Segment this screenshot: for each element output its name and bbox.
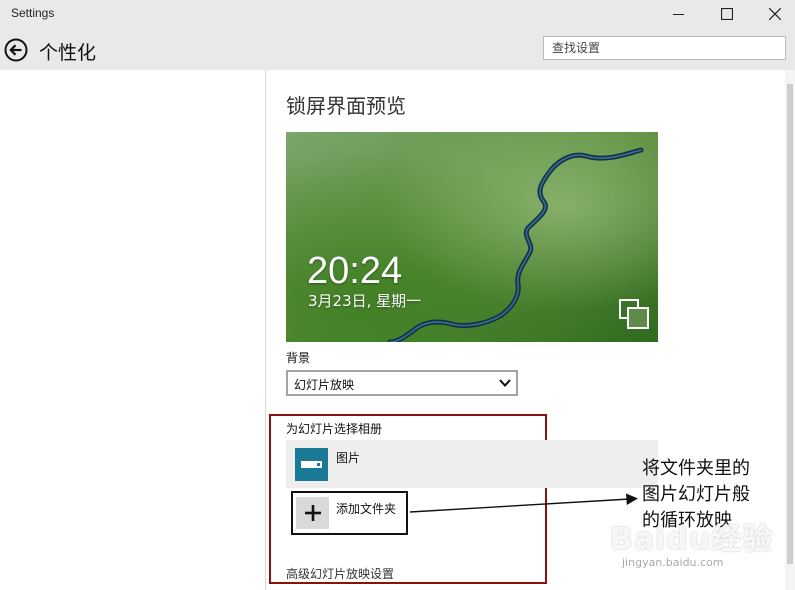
album-section-label: 为幻灯片选择相册 <box>286 422 383 436</box>
minimize-icon <box>673 13 684 15</box>
annotation-line: 将文件夹里的 <box>642 458 750 479</box>
lockscreen-preview: 20:24 3月23日, 星期一 <box>286 132 658 342</box>
scrollbar[interactable] <box>785 70 795 590</box>
section-title: 锁屏界面预览 <box>286 94 406 118</box>
picture-folder-icon <box>295 448 328 481</box>
scrollbar-thumb[interactable] <box>787 84 793 564</box>
maximize-icon <box>721 7 733 20</box>
background-label: 背景 <box>286 351 311 365</box>
close-button[interactable] <box>752 0 795 27</box>
slideshow-icon <box>619 299 649 329</box>
plus-icon <box>296 497 329 529</box>
chevron-down-icon <box>499 379 511 387</box>
pane-divider <box>265 70 266 590</box>
lockscreen-time: 20:24 <box>307 250 403 292</box>
add-folder-button[interactable]: 添加文件夹 <box>291 491 408 535</box>
window-title: Settings <box>11 6 55 20</box>
album-name: 图片 <box>336 451 361 465</box>
search-box[interactable] <box>543 36 786 60</box>
back-arrow-icon <box>4 38 28 62</box>
watermark: Baidu经验 <box>610 522 774 557</box>
back-button[interactable] <box>4 38 28 62</box>
close-icon <box>769 7 781 20</box>
album-item-pictures[interactable]: 图片 <box>286 440 658 488</box>
background-select-value: 幻灯片放映 <box>294 378 355 392</box>
search-input[interactable] <box>544 37 785 59</box>
background-select[interactable]: 幻灯片放映 <box>286 370 518 396</box>
page-title: 个性化 <box>39 42 97 64</box>
title-bar: Settings <box>0 0 795 27</box>
minimize-button[interactable] <box>656 0 702 27</box>
maximize-button[interactable] <box>704 0 750 27</box>
lockscreen-date: 3月23日, 星期一 <box>308 292 422 310</box>
watermark-url: jingyan.baidu.com <box>622 556 724 569</box>
advanced-slideshow-settings-link[interactable]: 高级幻灯片放映设置 <box>286 565 394 582</box>
annotation-line: 图片幻灯片般 <box>642 484 750 505</box>
add-folder-label: 添加文件夹 <box>336 502 397 516</box>
